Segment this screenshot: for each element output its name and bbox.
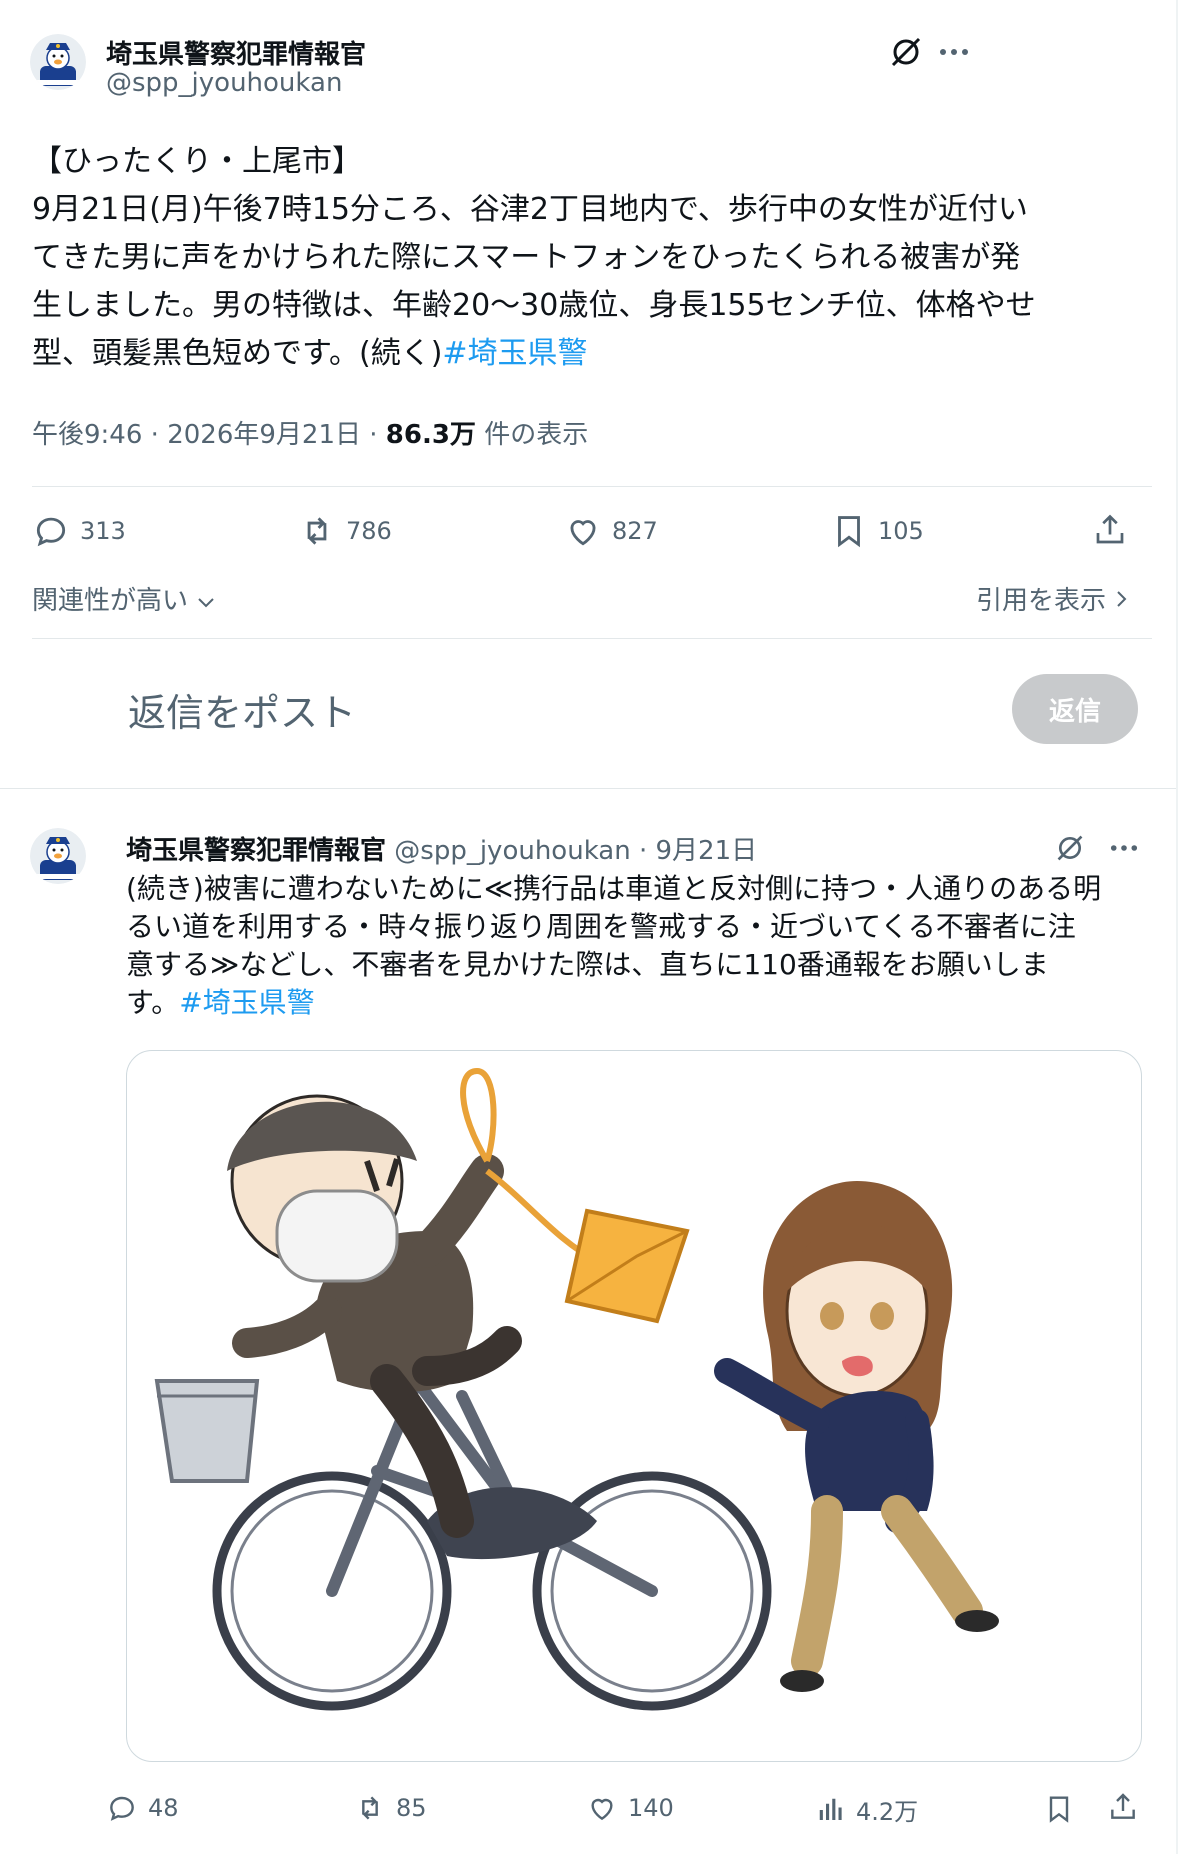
reply-repost-button[interactable]: 85 [354, 1792, 427, 1824]
reply-reply-button[interactable]: 48 [106, 1792, 179, 1824]
tweet-text-line: 【ひったくり・上尾市】 [32, 144, 362, 179]
reply-like-count: 140 [628, 1794, 674, 1822]
tweet-text: 【ひったくり・上尾市】 9月21日(月)午後7時15分ころ、谷津2丁目地内で、歩… [32, 138, 1152, 378]
share-icon[interactable] [1090, 510, 1130, 550]
reply-submit-button[interactable]: 返信 [1012, 674, 1138, 744]
tweet-time[interactable]: 午後9:46 [32, 420, 142, 450]
grok-icon[interactable] [884, 30, 928, 74]
reply-icon [36, 517, 66, 547]
reply-text-line: 意する≫などし、不審者を見かけた際は、直ちに110番通報をお願いしま [126, 948, 1049, 981]
reply-author-name[interactable]: 埼玉県警察犯罪情報官 [126, 836, 386, 866]
author-name[interactable]: 埼玉県警察犯罪情報官 [106, 34, 366, 71]
meta-separator: · [369, 420, 378, 450]
more-icon[interactable] [1104, 828, 1144, 868]
reply-text: (続き)被害に遭わないために≪携行品は車道と反対側に持つ・人通りのある明 るい道… [126, 870, 1146, 1022]
reply-views-count: 4.2万 [856, 1798, 919, 1826]
column-border [1176, 0, 1178, 1854]
divider [32, 486, 1152, 487]
reply-text-line: す。#埼玉県警 [126, 984, 1146, 1022]
divider [32, 638, 1152, 639]
tweet-text-line: 型、頭髪黒色短めです。(続く)#埼玉県警 [32, 330, 1152, 378]
hashtag-link[interactable]: #埼玉県警 [179, 986, 314, 1019]
repost-count: 786 [346, 517, 392, 545]
reply-input[interactable]: 返信をポスト [128, 682, 356, 737]
reply-date[interactable]: 9月21日 [656, 836, 758, 866]
reply-author-avatar[interactable] [30, 828, 86, 884]
like-count: 827 [612, 517, 658, 545]
grok-icon[interactable] [1050, 828, 1090, 868]
bookmark-icon [838, 516, 860, 548]
views-icon [819, 1798, 842, 1820]
sort-label: 関連性が高い [32, 586, 189, 616]
reply-text-last: す。 [126, 986, 180, 1019]
views-count: 86.3万 [385, 420, 476, 450]
tweet-date[interactable]: 2026年9月21日 [167, 420, 361, 450]
repost-icon [362, 1796, 378, 1820]
heart-icon [570, 520, 596, 546]
media-illustration[interactable] [126, 1050, 1142, 1762]
author-handle[interactable]: @spp_jyouhoukan [106, 68, 342, 98]
more-icon[interactable] [932, 30, 976, 74]
reply-text-line: (続き)被害に遭わないために≪携行品は車道と反対側に持つ・人通りのある明 [126, 872, 1102, 905]
author-avatar[interactable] [30, 34, 86, 90]
snatch-illustration [154, 1067, 999, 1711]
meta-separator: · [150, 420, 159, 450]
reply-like-button[interactable]: 140 [586, 1792, 674, 1824]
chevron-right-icon [1117, 591, 1127, 607]
sort-dropdown[interactable]: 関連性が高い [32, 580, 216, 617]
bookmark-count: 105 [878, 517, 924, 545]
reply-author-handle[interactable]: @spp_jyouhoukan [394, 836, 630, 866]
divider [0, 788, 1176, 789]
tweet-text-last: 型、頭髪黒色短めです。(続く) [32, 336, 443, 371]
reply-views-button[interactable]: 4.2万 [816, 1792, 918, 1827]
repost-icon [307, 517, 327, 545]
views-label: 件の表示 [484, 420, 589, 450]
reply-header: 埼玉県警察犯罪情報官 @spp_jyouhoukan · 9月21日 [126, 830, 757, 867]
meta-separator: · [638, 836, 648, 866]
view-quotes-link[interactable]: 引用を表示 [976, 580, 1128, 617]
chevron-down-icon [198, 598, 214, 608]
reply-text-line: るい道を利用する・時々振り返り周囲を警戒する・近づいてくる不審者に注 [126, 910, 1076, 943]
repost-button[interactable]: 786 [298, 512, 392, 550]
tweet-text-line: 9月21日(月)午後7時15分ころ、谷津2丁目地内で、歩行中の女性が近付い [32, 192, 1028, 227]
reply-repost-count: 85 [396, 1794, 427, 1822]
reply-count: 313 [80, 517, 126, 545]
bookmark-icon[interactable] [1040, 1790, 1078, 1828]
reply-button[interactable]: 313 [32, 512, 126, 550]
quotes-label: 引用を表示 [976, 586, 1107, 616]
reply-icon [110, 1796, 134, 1821]
share-icon[interactable] [1104, 1788, 1142, 1826]
heart-icon [591, 1798, 613, 1821]
hashtag-link[interactable]: #埼玉県警 [442, 336, 587, 371]
bookmark-button[interactable]: 105 [830, 512, 924, 550]
tweet-text-line: 生しました。男の特徴は、年齢20～30歳位、身長155センチ位、体格やせ [32, 288, 1036, 323]
tweet-text-line: てきた男に声をかけられた際にスマートフォンをひったくられる被害が発 [32, 240, 1021, 275]
reply-reply-count: 48 [148, 1794, 179, 1822]
tweet-meta: 午後9:46 · 2026年9月21日 · 86.3万 件の表示 [32, 414, 588, 451]
like-button[interactable]: 827 [564, 512, 658, 550]
